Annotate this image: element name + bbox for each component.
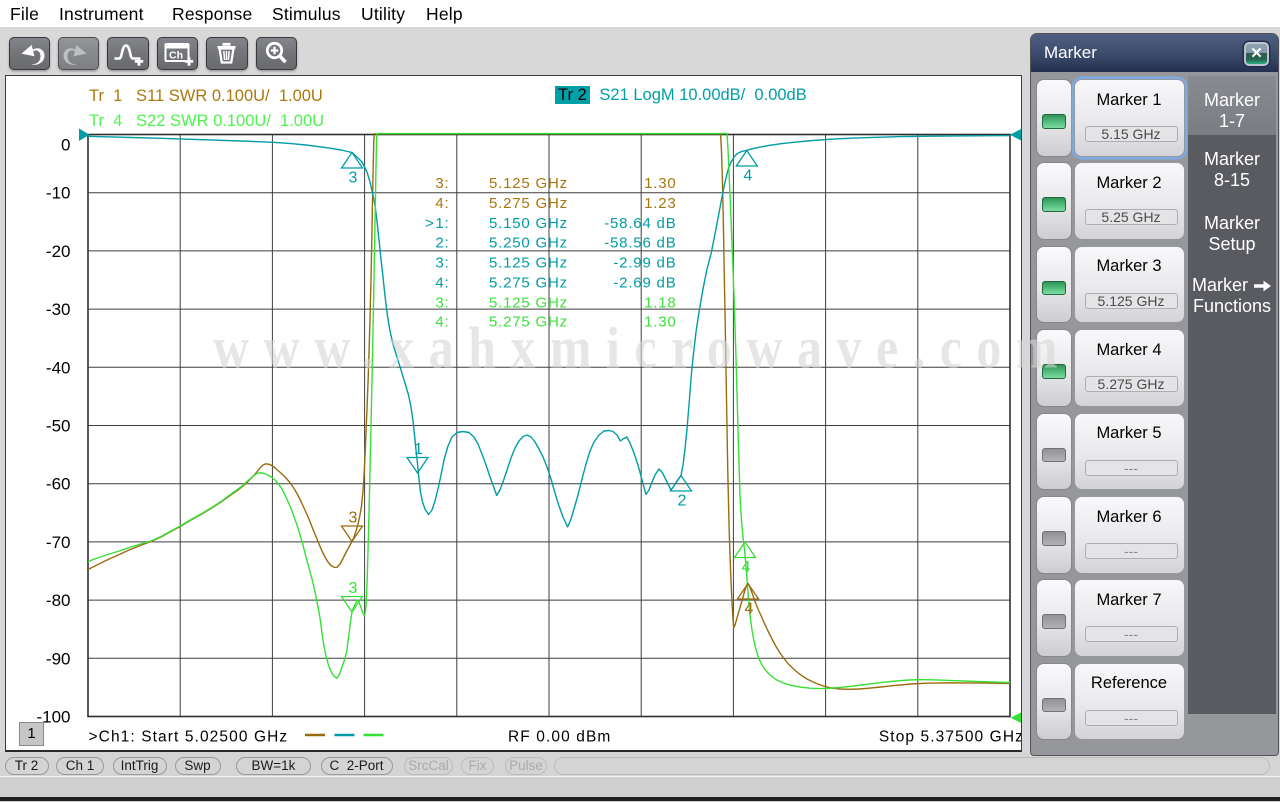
svg-text:1: 1 (414, 441, 423, 458)
svg-text:5.275 GHz: 5.275 GHz (489, 275, 568, 292)
svg-text:Ch: Ch (169, 49, 183, 61)
svg-text:4: 4 (743, 168, 752, 185)
svg-text:3:: 3: (435, 175, 449, 192)
svg-text:-58.56 dB: -58.56 dB (604, 235, 676, 252)
svg-text:5.125 GHz: 5.125 GHz (489, 175, 568, 192)
svg-text:-60: -60 (46, 475, 71, 494)
svg-text:3: 3 (349, 510, 358, 527)
svg-text:4:: 4: (435, 275, 449, 292)
svg-text:-10: -10 (46, 184, 71, 203)
svg-text:3:: 3: (435, 295, 449, 312)
svg-text:-2.69 dB: -2.69 dB (613, 275, 676, 292)
svg-text:2:: 2: (435, 235, 449, 252)
svg-text:-50: -50 (46, 417, 71, 436)
svg-text:-20: -20 (46, 242, 71, 261)
svg-text:3: 3 (349, 170, 358, 187)
svg-text:>: > (425, 215, 435, 232)
svg-text:1.18: 1.18 (644, 295, 676, 312)
svg-text:-2.99 dB: -2.99 dB (613, 255, 676, 272)
svg-text:5.275 GHz: 5.275 GHz (489, 195, 568, 212)
svg-text:-90: -90 (46, 649, 71, 668)
svg-text:2: 2 (678, 493, 687, 510)
svg-text:-80: -80 (46, 591, 71, 610)
svg-text:>Ch1: Start 5.02500 GHz: >Ch1: Start 5.02500 GHz (89, 729, 289, 746)
svg-text:5.125 GHz: 5.125 GHz (489, 295, 568, 312)
svg-text:5.125 GHz: 5.125 GHz (489, 255, 568, 272)
svg-text:RF 0.00 dBm: RF 0.00 dBm (508, 729, 611, 746)
svg-text:3:: 3: (435, 255, 449, 272)
svg-text:Stop 5.37500 GHz: Stop 5.37500 GHz (879, 729, 1021, 746)
svg-text:1:: 1: (435, 215, 449, 232)
svg-text:-40: -40 (46, 358, 71, 377)
svg-text:1.30: 1.30 (644, 175, 676, 192)
svg-text:4:: 4: (435, 195, 449, 212)
svg-text:1.23: 1.23 (644, 195, 676, 212)
svg-text:4: 4 (745, 601, 754, 618)
svg-text:-58.64 dB: -58.64 dB (604, 215, 676, 232)
svg-text:-70: -70 (46, 533, 71, 552)
svg-text:3: 3 (349, 580, 358, 597)
svg-text:5.250 GHz: 5.250 GHz (489, 235, 568, 252)
svg-text:4: 4 (742, 559, 751, 576)
svg-text:5.150 GHz: 5.150 GHz (489, 215, 568, 232)
svg-text:-30: -30 (46, 300, 71, 319)
svg-text:0: 0 (61, 136, 70, 155)
